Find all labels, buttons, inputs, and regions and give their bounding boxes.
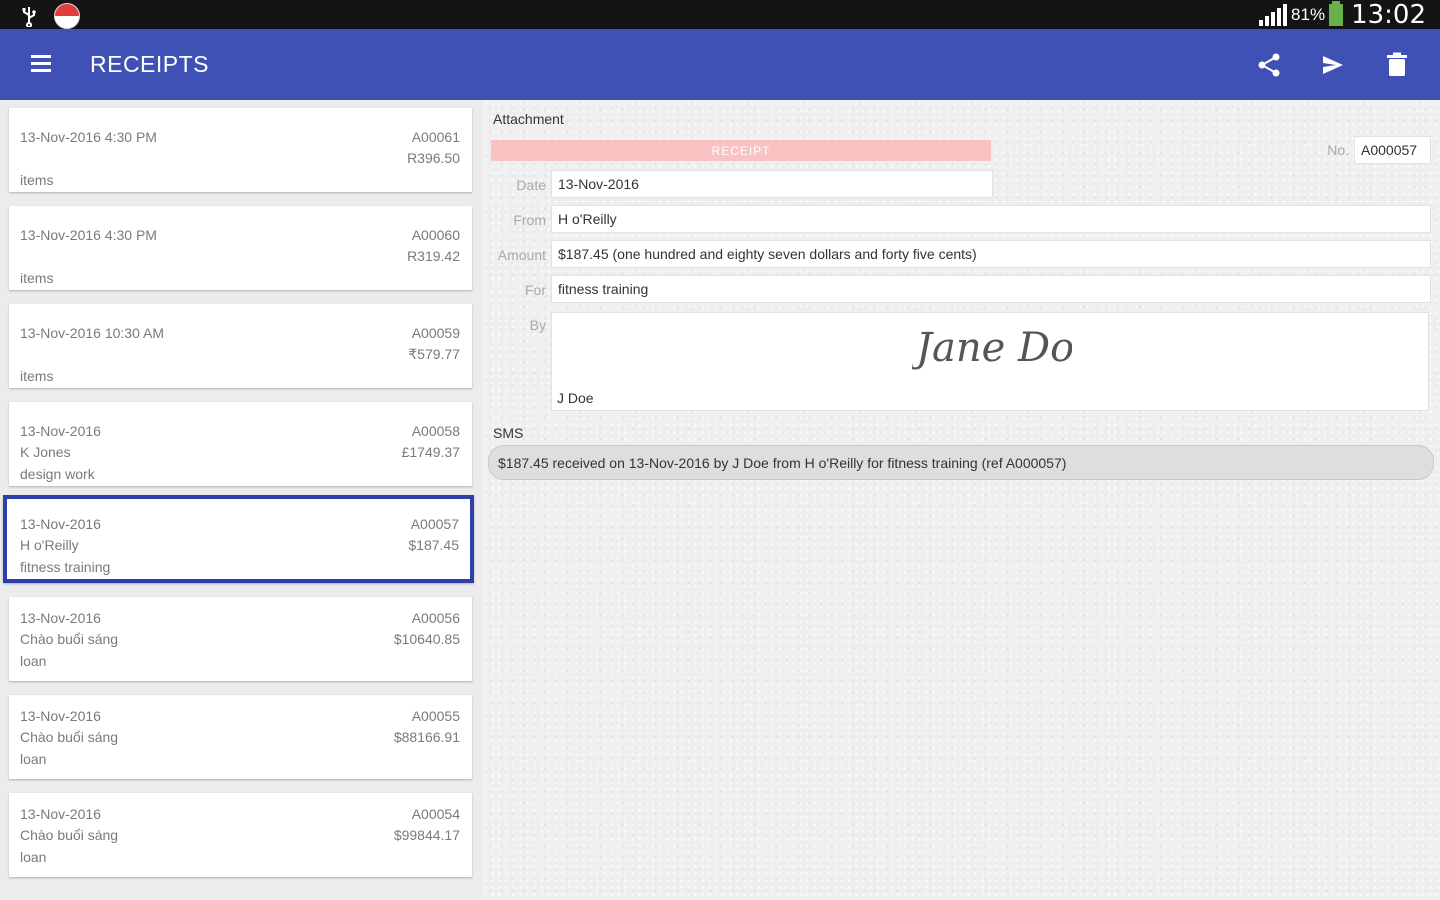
receipt-date: 13-Nov-2016 [20,516,101,532]
receipt-payer: H o'Reilly [20,537,79,553]
receipt-card-a00054[interactable]: 13-Nov-2016 Chào buổi sáng loan A00054 $… [9,793,472,877]
receipt-number: A00059 [411,325,460,341]
receipt-payer: K Jones [20,444,71,460]
receipt-date: 13-Nov-2016 [20,423,101,439]
receipt-card-a00060[interactable]: 13-Nov-2016 4:30 PM items A00060 R319.42 [9,206,472,290]
delete-icon [1387,52,1407,76]
receipt-amount: R396.50 [407,150,460,166]
receipt-date: 13-Nov-2016 10:30 AM [20,325,164,341]
share-icon [1258,53,1280,77]
signature-image: Jane Doe [912,325,1072,371]
receipt-card-a00059[interactable]: 13-Nov-2016 10:30 AM items A00059 ₹579.7… [9,304,472,388]
receipt-payer: Chào buổi sáng [20,631,119,647]
receipt-number: A00061 [411,129,460,145]
receipt-payer: Chào buổi sáng [20,729,119,745]
receipt-date: 13-Nov-2016 [20,806,101,822]
receipt-list[interactable]: 13-Nov-2016 4:30 PM items A00061 R396.50… [0,100,482,900]
app-notification-icon [54,3,80,29]
receipt-number: A00056 [411,610,460,626]
attachment-label[interactable]: Attachment [493,111,564,127]
receipt-banner: RECEIPT [491,140,991,161]
signal-icon [1259,3,1288,26]
sms-label: SMS [493,425,524,441]
app-toolbar: RECEIPTS [0,29,1440,100]
receipt-number: A00054 [411,806,460,822]
receipt-number: A00058 [411,423,460,439]
battery-percent: 81% [1291,4,1326,24]
receipt-description: loan [20,849,47,865]
receipt-card-a00056[interactable]: 13-Nov-2016 Chào buổi sáng loan A00056 $… [9,597,472,681]
from-label: From [513,212,546,228]
receipt-card-a00055[interactable]: 13-Nov-2016 Chào buổi sáng loan A00055 $… [9,695,472,779]
clock: 13:02 [1351,0,1426,30]
receipt-description: loan [20,653,47,669]
receipt-payer: Chào buổi sáng [20,827,119,843]
receipt-amount: £1749.37 [401,444,460,460]
date-field[interactable]: 13-Nov-2016 [551,170,993,198]
receipt-number-field[interactable]: A000057 [1354,136,1431,164]
receipt-amount: $10640.85 [393,631,460,647]
battery-icon [1329,0,1344,26]
receipt-amount: R319.42 [407,248,460,264]
receipt-amount: $99844.17 [393,827,460,843]
menu-icon[interactable] [24,51,58,79]
for-label: For [525,282,546,298]
receipt-date: 13-Nov-2016 4:30 PM [20,129,157,145]
receipt-amount: ₹579.77 [408,346,460,362]
amount-label: Amount [497,247,546,263]
receipt-description: items [20,270,54,286]
receipt-description: items [20,368,54,384]
receipt-date: 13-Nov-2016 4:30 PM [20,227,157,243]
receipt-card-a00058[interactable]: 13-Nov-2016 K Jones design work A00058 £… [9,402,472,486]
from-field[interactable]: H o'Reilly [551,205,1431,233]
share-button[interactable] [1248,47,1290,83]
usb-icon [22,7,36,27]
receipt-number: A00055 [411,708,460,724]
by-label: By [529,317,546,333]
receipt-description: design work [20,466,95,482]
send-icon [1323,56,1343,74]
date-label: Date [516,177,546,193]
signature-text: Jane Doe [912,325,1072,371]
receipt-description: items [20,172,54,188]
receipt-card-a00057[interactable]: 13-Nov-2016 H o'Reilly fitness training … [3,495,474,583]
signature-pad[interactable]: Jane Doe J Doe [551,312,1429,411]
no-label: No. [1327,142,1349,158]
receipt-card-a00061[interactable]: 13-Nov-2016 4:30 PM items A00061 R396.50 [9,108,472,192]
status-bar: 81% 13:02 [0,0,1440,30]
signer-name: J Doe [557,390,594,406]
delete-button[interactable] [1376,47,1418,83]
receipt-amount: $187.45 [408,537,459,553]
receipt-detail: Attachment RECEIPT No. A000057 Date 13-N… [482,100,1440,900]
page-title: RECEIPTS [90,51,210,77]
send-button[interactable] [1312,47,1354,83]
for-field[interactable]: fitness training [551,275,1431,303]
receipt-description: fitness training [20,559,111,575]
receipt-description: loan [20,751,47,767]
sms-text-field[interactable]: $187.45 received on 13-Nov-2016 by J Doe… [488,445,1434,480]
receipt-date: 13-Nov-2016 [20,708,101,724]
receipt-number: A00060 [411,227,460,243]
amount-field[interactable]: $187.45 (one hundred and eighty seven do… [551,240,1431,268]
receipt-date: 13-Nov-2016 [20,610,101,626]
receipt-number: A00057 [410,516,459,532]
receipt-amount: $88166.91 [393,729,460,745]
